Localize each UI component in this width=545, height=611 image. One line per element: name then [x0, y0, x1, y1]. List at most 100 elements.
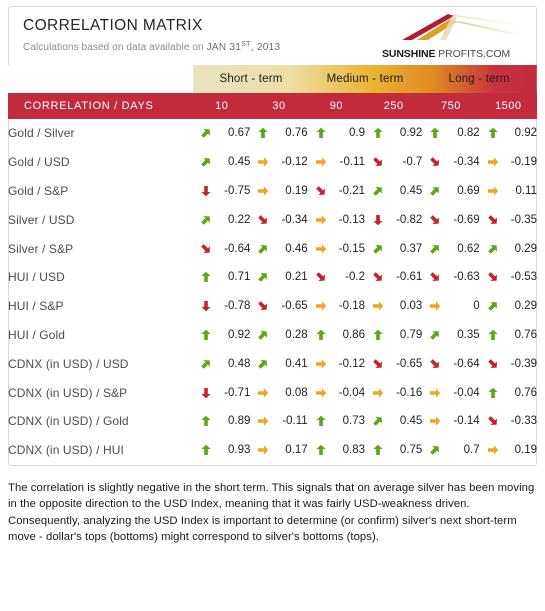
correlation-cell: -0.18: [308, 292, 365, 321]
correlation-cell: 0.76: [480, 378, 537, 407]
correlation-value: -0.04: [453, 386, 480, 399]
correlation-cell: -0.64: [193, 234, 250, 263]
trend-arrow-flat-icon: [258, 157, 269, 167]
trend-arrow-up-icon: [201, 416, 211, 427]
table-header: Short - term Medium - term Long - term COR…: [8, 65, 537, 119]
trend-arrow-up-icon: [373, 329, 383, 340]
correlation-cell: 0.48: [193, 349, 250, 378]
trend-arrow-up-icon: [373, 444, 383, 456]
correlation-value: 0.19: [514, 444, 537, 457]
correlation-value: 0.41: [285, 357, 308, 370]
correlation-value: 0.92: [227, 328, 251, 341]
trend-arrow-up-icon: [316, 444, 326, 456]
trend-arrow-up-icon: [488, 329, 498, 340]
row-label: CDNX (in USD) / Gold: [8, 414, 129, 429]
trend-arrow-up-icon: [488, 128, 498, 139]
logo-word-sunshine: SUNSHINE: [381, 48, 436, 60]
correlation-cell: 0.03: [365, 292, 422, 321]
term-label-short: Short - term: [219, 73, 283, 85]
correlation-cell: -0.14: [422, 407, 480, 436]
correlation-cell: 0.22: [193, 205, 250, 234]
correlation-value: 0.21: [285, 271, 308, 284]
trend-arrow-up-icon: [316, 416, 326, 427]
correlation-value: 0.82: [457, 127, 480, 140]
trend-arrow-flat-icon: [315, 215, 326, 225]
correlation-value: -0.34: [281, 213, 308, 226]
trend-arrow-down-right-icon: [258, 301, 268, 311]
trend-arrow-up-right-icon: [201, 129, 211, 139]
trend-arrow-up-icon: [316, 128, 326, 139]
trend-arrow-flat-icon: [315, 359, 326, 369]
correlation-value: 0.92: [399, 127, 423, 140]
correlation-value: -0.78: [224, 300, 251, 313]
day-header-1500: 1500: [479, 93, 537, 119]
row-label: Silver / S&P: [8, 241, 74, 256]
correlation-cell: 0.28: [250, 321, 308, 350]
table-body: Gold / Silver 0.67 0.76 0.9 0.92 0.82 0.92 Gold…: [8, 119, 537, 465]
correlation-value: -0.53: [510, 271, 537, 284]
correlation-cell: -0.12: [250, 148, 308, 177]
correlation-value: -0.11: [339, 156, 365, 169]
calculation-date-prefix: Calculations based on data available on: [23, 42, 204, 53]
day-header-10: 10: [193, 93, 251, 119]
correlation-cell: 0.29: [480, 234, 537, 263]
row-label: CDNX (in USD) / USD: [8, 356, 129, 371]
correlation-cell: 0.83: [308, 436, 365, 465]
trend-arrow-up-right-icon: [430, 244, 440, 254]
correlation-value: -0.65: [396, 357, 423, 370]
correlation-value: 0.08: [285, 386, 308, 399]
correlation-cell: -0.34: [250, 205, 308, 234]
correlation-cell: -0.21: [308, 177, 365, 206]
correlation-value: 0.28: [285, 328, 308, 341]
correlation-value: 0.37: [399, 242, 423, 255]
correlation-cell: 0.19: [250, 177, 308, 206]
trend-arrow-up-right-icon: [373, 244, 382, 254]
correlation-value: 0.62: [457, 242, 480, 255]
trend-arrow-up-icon: [201, 444, 211, 456]
trend-arrow-up-right-icon: [258, 359, 268, 369]
correlation-value: 0.03: [399, 300, 423, 313]
correlation-cell: 0.93: [193, 436, 250, 465]
correlation-value: 0.17: [285, 444, 308, 457]
correlation-cell: -0.35: [480, 205, 537, 234]
correlation-cell: 0.76: [480, 321, 537, 350]
correlation-value: 0.9: [349, 127, 365, 140]
trend-arrow-flat-icon: [258, 186, 269, 196]
trend-arrow-down-right-icon: [487, 358, 497, 368]
trend-arrow-flat-icon: [430, 387, 441, 398]
correlation-cell: 0.82: [422, 119, 480, 148]
trend-arrow-flat-icon: [430, 301, 441, 311]
correlation-cell: 0.89: [193, 407, 250, 436]
table-row: Gold / Silver 0.67 0.76 0.9 0.92 0.82 0.92: [8, 119, 537, 148]
correlation-cell: 0.45: [193, 148, 250, 177]
trend-arrow-down-right-icon: [373, 272, 382, 282]
correlation-cell: 0.45: [365, 177, 422, 206]
trend-arrow-down-icon: [373, 214, 383, 225]
calculation-date-year: , 2013: [250, 42, 281, 53]
trend-arrow-up-icon: [488, 387, 498, 398]
trend-arrow-up-icon: [201, 272, 211, 283]
correlation-value: 0.86: [342, 328, 365, 341]
correlation-value: 0.83: [342, 444, 365, 457]
correlation-cell: -0.69: [422, 205, 480, 234]
card-header: CORRELATION MATRIX Calculations based on…: [9, 7, 536, 65]
trend-arrow-down-right-icon: [201, 243, 211, 253]
correlation-cell: -0.65: [365, 349, 422, 378]
correlation-value: -0.82: [396, 213, 423, 226]
correlation-cell: 0.86: [308, 321, 365, 350]
correlation-value: 0.89: [227, 415, 251, 428]
correlation-cell: 0.29: [480, 292, 537, 321]
correlation-cell: -0.75: [193, 177, 250, 206]
correlation-cell: -0.78: [193, 292, 250, 321]
trend-arrow-down-right-icon: [315, 272, 325, 282]
correlation-cell: -0.11: [308, 148, 365, 177]
correlation-value: 0.22: [227, 213, 251, 226]
correlation-cell: 0.08: [250, 378, 308, 407]
correlation-cell: 0.21: [250, 263, 308, 292]
correlation-value: 0.45: [399, 415, 423, 428]
trend-arrow-flat-icon: [373, 387, 384, 398]
correlation-cell: 0.75: [365, 436, 422, 465]
trend-arrow-down-right-icon: [430, 214, 440, 224]
correlation-cell: 0.7: [422, 436, 480, 465]
correlation-value: -0.64: [224, 242, 251, 255]
